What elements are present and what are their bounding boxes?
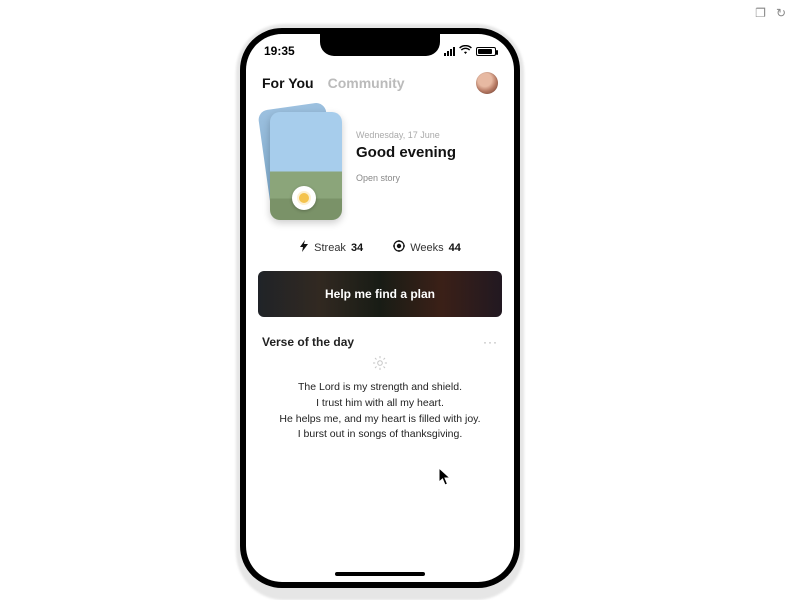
sun-divider-icon (262, 355, 498, 374)
stat-streak: Streak 34 (299, 240, 363, 255)
story-play-button[interactable] (292, 186, 316, 210)
weeks-label: Weeks (410, 242, 443, 254)
status-time: 19:35 (264, 44, 295, 58)
story-card[interactable] (270, 112, 342, 220)
tab-community[interactable]: Community (328, 75, 405, 91)
hero-date: Wednesday, 17 June (356, 130, 498, 140)
target-icon (393, 240, 405, 255)
refresh-icon[interactable]: ↻ (776, 6, 786, 20)
stat-weeks: Weeks 44 (393, 240, 461, 255)
verse-section-title: Verse of the day (262, 335, 354, 349)
sun-icon (299, 193, 309, 203)
phone-frame: 19:35 For You Community (240, 28, 520, 588)
streak-value: 34 (351, 242, 363, 254)
verse-text: The Lord is my strength and shield. I tr… (262, 380, 498, 443)
verse-more-button[interactable]: ··· (483, 335, 498, 349)
home-indicator[interactable] (335, 572, 425, 576)
popout-icon[interactable]: ❐ (755, 6, 766, 20)
streak-label: Streak (314, 242, 346, 254)
wifi-icon (459, 44, 472, 58)
weeks-value: 44 (449, 242, 461, 254)
page-corner-controls: ❐ ↻ (755, 6, 786, 20)
battery-icon (476, 47, 496, 56)
hero-greeting: Good evening (356, 144, 498, 161)
bolt-icon (299, 240, 309, 255)
find-plan-banner[interactable]: Help me find a plan (258, 271, 502, 317)
tab-for-you[interactable]: For You (262, 75, 314, 91)
open-story-link[interactable]: Open story (356, 173, 498, 183)
phone-screen: 19:35 For You Community (246, 34, 514, 582)
find-plan-label: Help me find a plan (325, 287, 435, 301)
avatar[interactable] (476, 72, 498, 94)
cellular-signal-icon (444, 47, 455, 56)
device-notch (320, 34, 440, 56)
